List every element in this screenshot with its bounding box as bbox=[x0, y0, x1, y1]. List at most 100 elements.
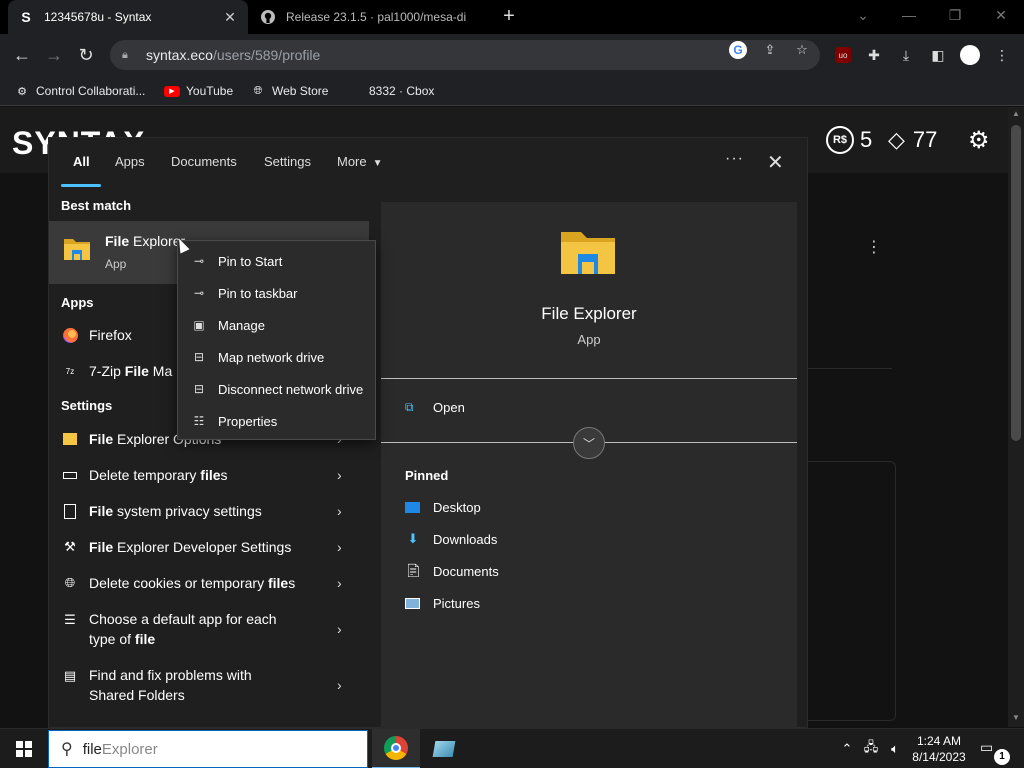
pin-icon: ⊸ bbox=[193, 254, 205, 268]
best-match-name: File Explorer bbox=[105, 233, 186, 249]
windows-taskbar: ⚲ file Explorer ⌃ 🖧︎ 🔈︎ 1:24 AM 8/14/202… bbox=[0, 728, 1024, 768]
setting-delete-temporary-files[interactable]: Delete temporary files › bbox=[49, 457, 369, 493]
internet-options-icon: 🌐︎ bbox=[64, 575, 76, 590]
developer-tools-icon: ⚒ bbox=[64, 539, 76, 554]
chevron-right-icon: › bbox=[337, 467, 342, 483]
pictures-icon bbox=[405, 597, 421, 609]
kebab-menu-icon[interactable]: ⋮ bbox=[866, 237, 882, 257]
github-icon bbox=[260, 9, 276, 25]
tab-all[interactable]: All bbox=[73, 154, 90, 169]
7zip-icon: 7z bbox=[65, 366, 75, 376]
documents-icon: 📄︎ bbox=[405, 563, 422, 578]
properties-icon: ☷ bbox=[193, 414, 205, 428]
caret-down-icon: ▼ bbox=[372, 158, 383, 169]
lock-icon[interactable]: 🔒︎ bbox=[122, 49, 136, 62]
webstore-icon: 🌐︎ bbox=[253, 84, 263, 97]
tab-settings[interactable]: Settings bbox=[264, 154, 311, 169]
bookmark-star-icon[interactable]: ☆ bbox=[793, 41, 811, 59]
profile-avatar-icon[interactable] bbox=[959, 44, 981, 66]
setting-default-app-per-file-type[interactable]: ☰ Choose a default app for each type of f… bbox=[49, 603, 369, 655]
control-icon: ⚙ bbox=[17, 85, 27, 98]
currency-icon: R$ bbox=[826, 126, 854, 154]
tab-close-icon[interactable]: ✕ bbox=[222, 9, 238, 26]
active-tab-indicator bbox=[61, 184, 101, 187]
taskbar-app-pinned[interactable] bbox=[420, 729, 468, 768]
google-lens-icon[interactable]: G bbox=[729, 41, 747, 59]
tab-documents[interactable]: Documents bbox=[171, 154, 237, 169]
system-clock[interactable]: 1:24 AM 8/14/2023 bbox=[908, 733, 970, 765]
volume-icon[interactable]: 🔈︎ bbox=[886, 740, 904, 758]
ublock-extension-icon[interactable]: uo bbox=[832, 44, 854, 66]
bookmark-control-collaboration[interactable]: ⚙ Control Collaborati... bbox=[14, 82, 145, 100]
expand-chevron-icon[interactable]: ﹀ bbox=[573, 427, 605, 459]
manage-computer-icon: ▣ bbox=[193, 318, 205, 332]
setting-file-explorer-developer[interactable]: ⚒ File Explorer Developer Settings › bbox=[49, 529, 369, 565]
show-hidden-icons-chevron-icon[interactable]: ⌃ bbox=[838, 740, 856, 758]
tab-more[interactable]: More ▼ bbox=[337, 154, 383, 169]
storage-drive-icon bbox=[61, 466, 79, 484]
browser-menu-icon[interactable]: ⋮ bbox=[991, 44, 1013, 66]
bookmarks-bar: ⚙ Control Collaborati... ▶ YouTube 🌐︎ We… bbox=[0, 76, 1024, 106]
scroll-up-icon[interactable]: ▲ bbox=[1008, 109, 1024, 123]
pinned-documents[interactable]: 📄︎ Documents bbox=[405, 562, 499, 580]
tab-apps[interactable]: Apps bbox=[115, 154, 145, 169]
bookmark-web-store[interactable]: 🌐︎ Web Store bbox=[250, 82, 329, 100]
best-match-heading: Best match bbox=[61, 198, 132, 213]
menu-item-properties[interactable]: ☷ Properties bbox=[178, 405, 375, 437]
settings-gear-icon[interactable]: ⚙ bbox=[968, 125, 990, 155]
share-icon[interactable]: ⇪ bbox=[761, 41, 779, 59]
taskbar-search-input[interactable]: ⚲ file Explorer bbox=[48, 730, 368, 768]
folder-large-icon bbox=[561, 232, 615, 274]
back-arrow-icon[interactable]: ← bbox=[10, 43, 34, 67]
address-bar[interactable]: 🔒︎ syntax.eco/users/589/profile bbox=[110, 40, 820, 70]
network-icon[interactable]: 🖧︎ bbox=[862, 739, 880, 758]
app-icon bbox=[432, 741, 456, 757]
folder-icon bbox=[64, 239, 90, 260]
forward-arrow-icon[interactable]: → bbox=[42, 43, 66, 67]
pin-icon: ⊸ bbox=[193, 286, 205, 300]
open-action[interactable]: ⧉ Open bbox=[405, 398, 465, 416]
menu-item-disconnect-network-drive[interactable]: ⊟ Disconnect network drive bbox=[178, 373, 375, 405]
best-match-type: App bbox=[105, 257, 127, 271]
bookmark-cbox[interactable]: 8332 · Cbox bbox=[369, 82, 434, 100]
start-button[interactable] bbox=[0, 729, 48, 768]
setting-file-system-privacy[interactable]: File system privacy settings › bbox=[49, 493, 369, 529]
taskbar-app-chrome[interactable] bbox=[372, 729, 420, 768]
setting-delete-cookies[interactable]: 🌐︎ Delete cookies or temporary files › bbox=[49, 565, 369, 601]
content-card bbox=[800, 461, 896, 721]
extensions-puzzle-icon[interactable]: ✚ bbox=[863, 44, 885, 66]
restore-icon[interactable]: ❐ bbox=[932, 0, 978, 30]
menu-item-pin-to-start[interactable]: ⊸ Pin to Start bbox=[178, 245, 375, 277]
result-detail-pane: File Explorer App ⧉ Open ﹀ Pinned Deskto… bbox=[381, 202, 797, 729]
scroll-down-icon[interactable]: ▼ bbox=[1008, 713, 1024, 727]
close-window-icon[interactable]: ✕ bbox=[978, 0, 1024, 30]
detail-app-type: App bbox=[577, 332, 601, 347]
tab-syntax[interactable]: S 12345678u - Syntax ✕ bbox=[8, 0, 248, 34]
currency-balance[interactable]: R$ 5 bbox=[826, 125, 872, 155]
pinned-pictures[interactable]: Pictures bbox=[405, 594, 480, 612]
bookmark-youtube[interactable]: ▶ YouTube bbox=[164, 82, 233, 100]
chevron-right-icon: › bbox=[337, 539, 342, 555]
minimize-icon[interactable]: — bbox=[886, 0, 932, 30]
setting-shared-folders-troubleshoot[interactable]: ▤ Find and fix problems with Shared Folde… bbox=[49, 659, 369, 711]
pinned-downloads[interactable]: ⬇ Downloads bbox=[405, 530, 498, 548]
tab-search-chevron-icon[interactable]: ⌄ bbox=[840, 0, 886, 30]
pinned-desktop[interactable]: Desktop bbox=[405, 498, 481, 516]
download-icon[interactable]: ⤓ bbox=[895, 44, 917, 66]
menu-item-pin-to-taskbar[interactable]: ⊸ Pin to taskbar bbox=[178, 277, 375, 309]
tab-title: Release 23.1.5 · pal1000/mesa-di bbox=[286, 10, 467, 24]
pinned-heading: Pinned bbox=[405, 468, 449, 483]
new-tab-button[interactable]: + bbox=[498, 6, 520, 28]
close-search-icon[interactable]: ✕ bbox=[767, 150, 784, 175]
chevron-right-icon: › bbox=[337, 503, 342, 519]
tab-github-release[interactable]: Release 23.1.5 · pal1000/mesa-di bbox=[252, 0, 490, 34]
menu-item-manage[interactable]: ▣ Manage bbox=[178, 309, 375, 341]
network-drive-icon: ⊟ bbox=[193, 382, 205, 396]
menu-item-map-network-drive[interactable]: ⊟ Map network drive bbox=[178, 341, 375, 373]
reload-icon[interactable]: ↻ bbox=[74, 43, 98, 67]
side-panel-icon[interactable]: ◧ bbox=[927, 44, 949, 66]
scrollbar-thumb[interactable] bbox=[1011, 125, 1021, 441]
tab-title: 12345678u - Syntax bbox=[44, 10, 152, 24]
tickets-balance[interactable]: ◇ 77 bbox=[888, 125, 937, 155]
more-options-icon[interactable]: ··· bbox=[725, 150, 744, 168]
